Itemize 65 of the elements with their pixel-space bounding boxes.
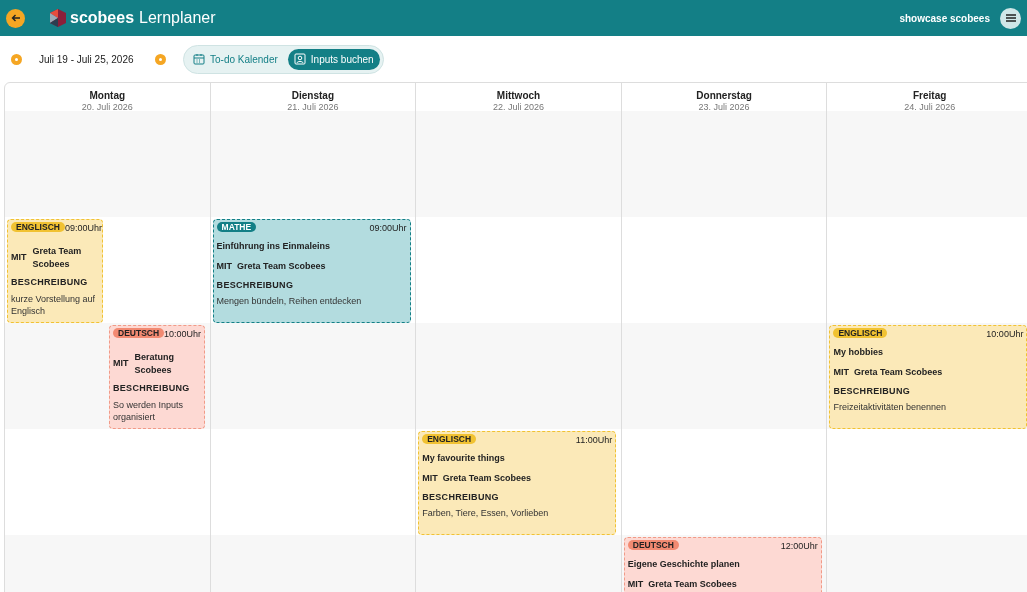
subject-tag: ENGLISCH bbox=[11, 222, 65, 232]
app-title: Lernplaner bbox=[139, 8, 216, 28]
day-date: 22. Juli 2026 bbox=[492, 102, 544, 112]
subject-tag: ENGLISCH bbox=[422, 434, 477, 444]
event-title: My hobbies bbox=[833, 347, 884, 358]
menu-icon bbox=[1005, 14, 1016, 22]
description-label: BESCHREIBUNG bbox=[11, 276, 89, 289]
with-label: MIT bbox=[113, 357, 129, 371]
event-time: 09:00Uhr bbox=[64, 222, 102, 235]
subject-tag: ENGLISCH bbox=[833, 328, 888, 338]
with-label: MIT bbox=[11, 251, 27, 265]
view-tab[interactable]: To-do Kalender bbox=[187, 48, 284, 70]
teacher-name: Greta Team Scobees bbox=[32, 245, 83, 271]
day-name: Freitag bbox=[913, 90, 947, 101]
app-name: scobees bbox=[70, 8, 135, 28]
date-range: Juli 19 - Juli 25, 2026 bbox=[39, 52, 135, 67]
event-card[interactable]: ENGLISCH 10:00Uhr My hobbies MIT Greta Team Scobees BESCHREIBUNG Freizeitaktivitäten benennen bbox=[829, 325, 1027, 429]
event-description: kurze Vorstellung auf Englisch bbox=[11, 292, 97, 317]
teacher-name: Greta Team Scobees bbox=[237, 260, 326, 274]
teacher-name: Greta Team Scobees bbox=[648, 578, 737, 592]
description-label: BESCHREIBUNG bbox=[113, 382, 191, 395]
event-time: 09:00Uhr bbox=[369, 222, 407, 235]
day-date: 20. Juli 2026 bbox=[81, 102, 133, 112]
back-button[interactable] bbox=[6, 8, 25, 28]
with-label: MIT bbox=[422, 472, 438, 485]
event-description: So werden Inputs organisiert bbox=[113, 398, 185, 423]
teacher-name: Greta Team Scobees bbox=[853, 366, 943, 380]
event-card[interactable]: ENGLISCH 11:00Uhr My favourite things MIT Greta Team Scobees BESCHREIBUNG Farben, Tiere, Essen, Vorlieben bbox=[418, 431, 617, 535]
day-name: Donnerstag bbox=[696, 90, 752, 101]
teacher-name: Beratung Scobees bbox=[134, 351, 175, 377]
with-label: MIT bbox=[216, 260, 233, 273]
event-title: Eigene Geschichte planen bbox=[627, 559, 741, 570]
subject-tag: DEUTSCH bbox=[627, 540, 679, 550]
event-card[interactable]: DEUTSCH 12:00Uhr Eigene Geschichte planen MIT Greta Team Scobees bbox=[623, 537, 822, 592]
event-description: Freizeitaktivitäten benennen bbox=[833, 401, 947, 413]
event-time: 12:00Uhr bbox=[780, 540, 818, 553]
description-label: BESCHREIBUNG bbox=[216, 278, 295, 292]
event-title: Einführung ins Einmaleins bbox=[216, 241, 332, 252]
back-arrow-icon bbox=[10, 13, 21, 23]
description-label: BESCHREIBUNG bbox=[833, 384, 911, 398]
description-label: BESCHREIBUNG bbox=[422, 490, 500, 504]
view-tab[interactable]: Inputs buchen bbox=[287, 48, 380, 70]
day-date: 24. Juli 2026 bbox=[904, 102, 956, 112]
user-name: showcase scobees bbox=[899, 11, 990, 26]
day-name: Mittwoch bbox=[496, 90, 541, 101]
day-name: Dienstag bbox=[291, 90, 334, 101]
logo-icon bbox=[48, 8, 68, 28]
event-description: Farben, Tiere, Essen, Vorlieben bbox=[422, 507, 550, 519]
event-time: 10:00Uhr bbox=[986, 328, 1024, 341]
subject-tag: MATHE bbox=[216, 222, 257, 232]
menu-button[interactable] bbox=[1000, 7, 1021, 29]
event-description: Mengen bündeln, Reihen entdecken bbox=[216, 295, 363, 307]
event-time: 11:00Uhr bbox=[575, 434, 613, 447]
day-date: 23. Juli 2026 bbox=[698, 102, 750, 112]
calendar-icon bbox=[193, 53, 205, 65]
with-label: MIT bbox=[627, 578, 644, 591]
event-card[interactable]: MATHE 09:00Uhr Einführung ins Einmaleins MIT Greta Team Scobees BESCHREIBUNG Mengen bündeln, Reihen entdecken bbox=[212, 219, 411, 323]
teacher-name: Greta Team Scobees bbox=[442, 472, 532, 486]
event-title: My favourite things bbox=[422, 453, 506, 464]
day-name: Montag bbox=[89, 90, 126, 101]
person-card-icon bbox=[293, 53, 306, 65]
day-date: 21. Juli 2026 bbox=[287, 102, 339, 112]
with-label: MIT bbox=[833, 366, 849, 379]
event-time: 10:00Uhr bbox=[164, 328, 202, 341]
subject-tag: DEUTSCH bbox=[113, 328, 165, 338]
